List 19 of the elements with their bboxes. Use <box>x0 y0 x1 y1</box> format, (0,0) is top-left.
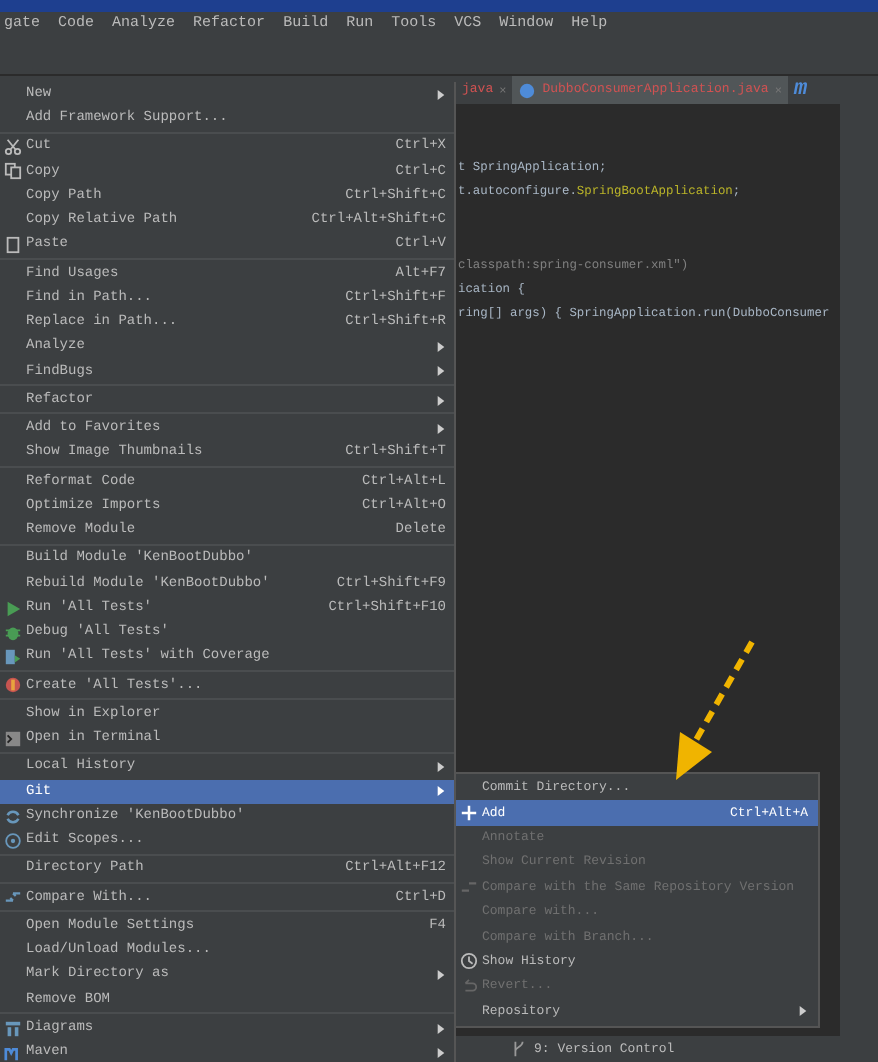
editor-tab[interactable]: m <box>787 76 814 104</box>
terminal-icon <box>4 729 22 748</box>
diagram-icon <box>4 1019 22 1038</box>
compare-icon <box>4 888 22 907</box>
scissors-icon <box>4 138 22 157</box>
plus-icon <box>460 804 478 823</box>
scope-icon <box>4 831 22 850</box>
clock-icon <box>460 952 478 971</box>
class-icon <box>518 81 537 99</box>
undo-icon <box>460 977 478 996</box>
test-create-icon <box>4 676 22 695</box>
clipboard-icon <box>4 236 22 255</box>
compare-icon <box>460 878 478 897</box>
play-icon <box>4 599 22 618</box>
bug-icon <box>4 623 22 642</box>
branch-icon <box>510 1040 528 1058</box>
coverage-icon <box>4 648 22 667</box>
sync-icon <box>4 807 22 826</box>
maven-icon <box>4 1043 22 1062</box>
